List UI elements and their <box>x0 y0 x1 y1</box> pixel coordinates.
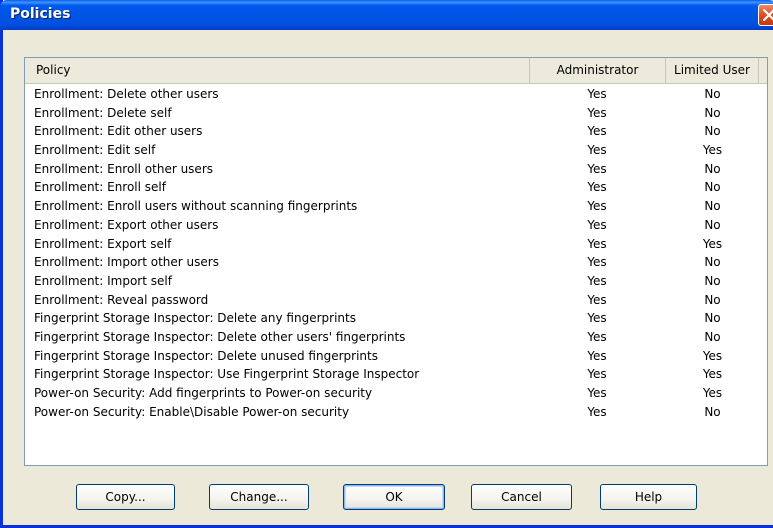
limited-user-cell: No <box>704 161 721 176</box>
policy-list[interactable]: Policy Administrator Limited User Enroll… <box>24 57 768 466</box>
administrator-cell: Yes <box>587 124 607 139</box>
cancel-button[interactable]: Cancel <box>471 484 572 510</box>
limited-user-cell: No <box>704 273 721 288</box>
limited-user-cell: No <box>704 87 721 101</box>
column-header-policy[interactable]: Policy <box>25 58 530 83</box>
column-header-limited-user[interactable]: Limited User <box>666 58 759 83</box>
limited-user-cell: No <box>704 329 721 344</box>
administrator-cell: Yes <box>587 386 607 400</box>
column-header-administrator[interactable]: Administrator <box>530 58 666 83</box>
administrator-cell: Yes <box>587 180 607 195</box>
table-row[interactable]: Enrollment: Import other users Yes No <box>25 253 767 272</box>
administrator-cell: Yes <box>587 348 607 363</box>
limited-user-cell: Yes <box>702 367 723 382</box>
close-button[interactable] <box>758 4 773 26</box>
administrator-cell: Yes <box>587 255 607 270</box>
table-row[interactable]: Fingerprint Storage Inspector: Delete an… <box>25 309 767 328</box>
table-row[interactable]: Enrollment: Edit self Yes Yes <box>25 141 767 160</box>
administrator-cell: Yes <box>587 329 607 344</box>
limited-user-cell: No <box>704 124 721 139</box>
table-row[interactable]: Power-on Security: Enable\Disable Power-… <box>25 403 767 422</box>
administrator-cell: Yes <box>587 236 607 251</box>
policy-cell: Fingerprint Storage Inspector: Delete an… <box>34 311 356 326</box>
policy-cell: Enrollment: Import self <box>34 273 172 288</box>
table-row[interactable]: Enrollment: Edit other users Yes No <box>25 122 767 141</box>
table-row[interactable]: Fingerprint Storage Inspector: Delete un… <box>25 347 767 366</box>
administrator-cell: Yes <box>587 292 607 307</box>
list-header: Policy Administrator Limited User <box>25 58 767 84</box>
policy-cell: Enrollment: Enroll users without scannin… <box>34 199 358 214</box>
change-button[interactable]: Change... <box>209 484 309 510</box>
help-button[interactable]: Help <box>600 484 697 510</box>
table-row[interactable]: Fingerprint Storage Inspector: Use Finge… <box>25 365 767 384</box>
policy-cell: Fingerprint Storage Inspector: Use Finge… <box>34 367 420 382</box>
table-row[interactable]: Enrollment: Reveal password Yes No <box>25 291 767 310</box>
table-row[interactable]: Enrollment: Export self Yes Yes <box>25 235 767 254</box>
policy-cell: Enrollment: Reveal password <box>34 292 209 307</box>
administrator-cell: Yes <box>587 87 607 101</box>
limited-user-cell: No <box>704 255 721 270</box>
copy-button[interactable]: Copy... <box>76 484 175 510</box>
title-bar[interactable]: Policies <box>0 0 773 30</box>
limited-user-cell: No <box>704 217 721 232</box>
limited-user-cell: Yes <box>702 236 723 251</box>
close-icon <box>763 9 773 21</box>
policy-cell: Enrollment: Edit self <box>34 143 156 158</box>
policy-cell: Enrollment: Delete other users <box>34 87 219 101</box>
administrator-cell: Yes <box>587 105 607 120</box>
limited-user-cell: Yes <box>702 348 723 363</box>
administrator-cell: Yes <box>587 161 607 176</box>
policy-cell: Enrollment: Enroll self <box>34 180 166 195</box>
policy-cell: Power-on Security: Enable\Disable Power-… <box>34 404 350 419</box>
policy-cell: Enrollment: Enroll other users <box>34 161 213 176</box>
ok-button[interactable]: OK <box>343 484 445 510</box>
limited-user-cell: No <box>704 292 721 307</box>
table-row[interactable]: Enrollment: Enroll users without scannin… <box>25 197 767 216</box>
administrator-cell: Yes <box>587 273 607 288</box>
limited-user-cell: No <box>704 199 721 214</box>
policy-cell: Power-on Security: Add fingerprints to P… <box>34 386 373 400</box>
table-row[interactable]: Enrollment: Delete other users Yes No <box>25 85 767 104</box>
table-row[interactable]: Power-on Security: Add fingerprints to P… <box>25 384 767 403</box>
limited-user-cell: Yes <box>702 386 723 400</box>
limited-user-cell: No <box>704 404 721 419</box>
table-row[interactable]: Enrollment: Import self Yes No <box>25 272 767 291</box>
administrator-cell: Yes <box>587 199 607 214</box>
administrator-cell: Yes <box>587 217 607 232</box>
policies-dialog: Policies Policy Administrator Limited Us… <box>0 0 773 528</box>
list-rows: Enrollment: Delete other users Yes No Enrol… <box>25 85 767 421</box>
table-row[interactable]: Fingerprint Storage Inspector: Delete ot… <box>25 328 767 347</box>
policy-cell: Enrollment: Export other users <box>34 217 219 232</box>
limited-user-cell: No <box>704 180 721 195</box>
administrator-cell: Yes <box>587 367 607 382</box>
policy-cell: Enrollment: Edit other users <box>34 124 203 139</box>
policy-cell: Enrollment: Export self <box>34 236 172 251</box>
table-row[interactable]: Enrollment: Delete self Yes No <box>25 104 767 123</box>
limited-user-cell: Yes <box>702 143 723 158</box>
table-row[interactable]: Enrollment: Enroll other users Yes No <box>25 160 767 179</box>
administrator-cell: Yes <box>587 143 607 158</box>
policy-cell: Fingerprint Storage Inspector: Delete un… <box>34 348 378 363</box>
window-title: Policies <box>10 6 71 22</box>
administrator-cell: Yes <box>587 404 607 419</box>
policy-cell: Enrollment: Delete self <box>34 105 172 120</box>
table-row[interactable]: Enrollment: Enroll self Yes No <box>25 178 767 197</box>
administrator-cell: Yes <box>587 311 607 326</box>
limited-user-cell: No <box>704 311 721 326</box>
limited-user-cell: No <box>704 105 721 120</box>
table-row[interactable]: Enrollment: Export other users Yes No <box>25 216 767 235</box>
policy-cell: Enrollment: Import other users <box>34 255 219 270</box>
policy-cell: Fingerprint Storage Inspector: Delete ot… <box>34 329 406 344</box>
